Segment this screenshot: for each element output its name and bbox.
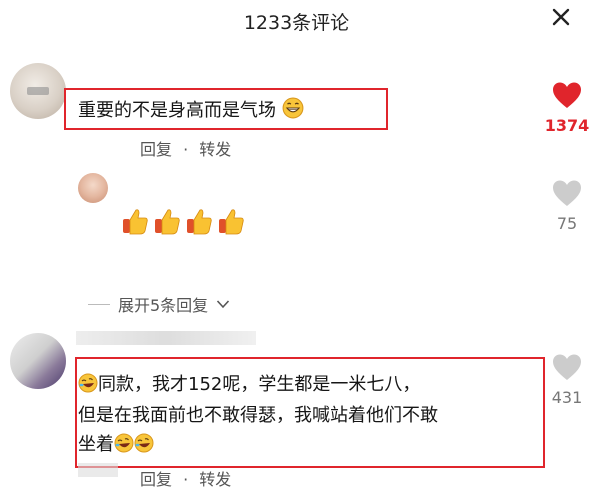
heart-icon[interactable]	[551, 178, 583, 208]
heart-icon[interactable]	[551, 80, 583, 110]
reply-actions: 回复 · 转发	[140, 136, 231, 160]
share-button[interactable]: 转发	[199, 470, 231, 489]
divider	[88, 303, 110, 305]
comment-text: 重要的不是身高而是气场	[78, 96, 304, 122]
like-count: 431	[551, 388, 583, 407]
expand-replies-button[interactable]: 展开5条回复	[88, 292, 230, 316]
comment-line: 同款，我才152呢，学生都是一米七八，	[78, 370, 420, 396]
avatar[interactable]	[10, 333, 66, 389]
reply-button[interactable]: 回复	[140, 470, 172, 489]
thumbs-up-icon	[219, 209, 244, 235]
comment-text-line-3: 坐着	[78, 434, 114, 455]
avatar[interactable]	[10, 63, 66, 119]
thumbs-up-icon	[155, 209, 180, 235]
like-count: 75	[556, 214, 578, 233]
comments-title: 1233条评论	[243, 12, 350, 34]
reply-actions: 回复 · 转发	[140, 466, 231, 490]
username-redacted	[76, 331, 256, 345]
avatar[interactable]	[78, 173, 108, 203]
expand-replies-label: 展开5条回复	[118, 296, 209, 315]
thumbs-up-icon	[123, 209, 148, 235]
comment-text-body: 重要的不是身高而是气场	[78, 100, 276, 121]
close-icon[interactable]	[547, 3, 575, 31]
like-count: 1374	[544, 116, 590, 135]
like-control[interactable]: 431	[537, 352, 593, 407]
chevron-down-icon	[217, 300, 230, 309]
separator: ·	[183, 140, 189, 159]
comment-line: 坐着	[78, 430, 154, 456]
comment-text-line-1: 同款，我才152呢，学生都是一米七八，	[98, 374, 421, 395]
rolling-laughing-icon	[78, 373, 98, 393]
comment-text-line-2: 但是在我面前也不敢得瑟，我喊站着他们不敢	[78, 405, 438, 426]
reply-button[interactable]: 回复	[140, 140, 172, 159]
rolling-laughing-icon	[134, 433, 154, 453]
heart-icon[interactable]	[551, 352, 583, 382]
like-control[interactable]: 75	[537, 178, 593, 233]
separator: ·	[183, 470, 189, 489]
thumbs-up-icon	[187, 209, 212, 235]
thumbs-up-emojis	[120, 206, 246, 236]
like-control[interactable]: 1374	[537, 80, 593, 135]
rolling-laughing-icon	[114, 433, 134, 453]
share-button[interactable]: 转发	[199, 140, 231, 159]
timestamp-redacted	[78, 463, 118, 477]
grinning-face-icon	[282, 97, 304, 119]
